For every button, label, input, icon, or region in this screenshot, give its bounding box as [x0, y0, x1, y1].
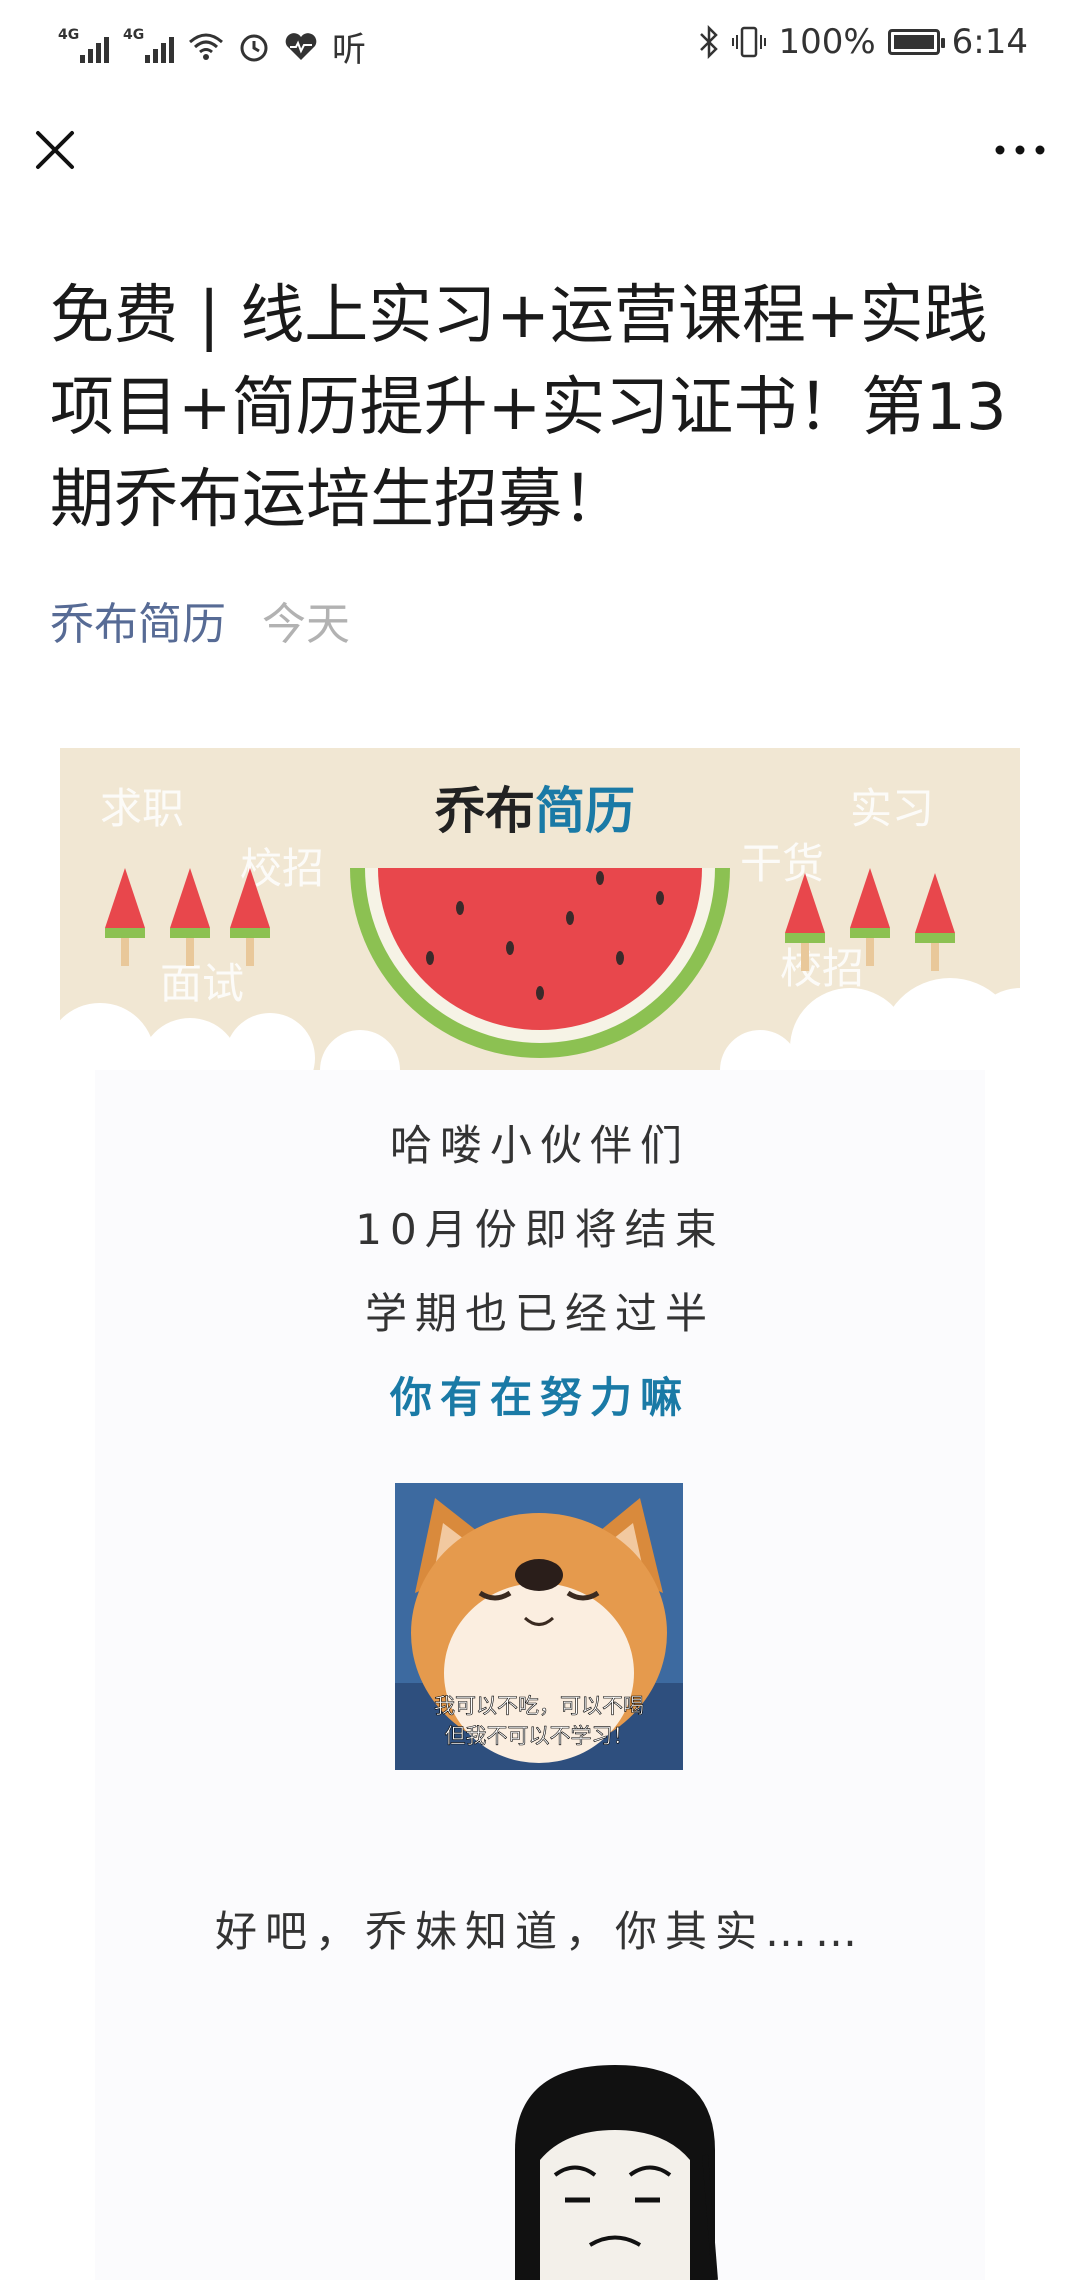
article-body: 哈喽小伙伴们 10月份即将结束 学期也已经过半 你有在努力嘛 我可以不吃，可以不… [95, 1070, 985, 2280]
status-bar: 4G 4G 听 100% 6:14 [0, 0, 1080, 90]
banner-logo-part1: 乔布 [435, 782, 535, 840]
dog-caption: 但我不可以不学习！ [445, 1724, 634, 1748]
status-left: 4G 4G 听 [58, 22, 366, 71]
network-type-label: 4G [58, 26, 80, 43]
banner-word: 实习 [850, 784, 934, 833]
status-right: 100% 6:14 [698, 22, 1028, 62]
bluetooth-icon [700, 25, 719, 59]
banner-word: 干货 [740, 839, 824, 888]
publish-date: 今天 [262, 599, 350, 650]
alarm-icon [240, 34, 268, 61]
banner-word: 求职 [100, 784, 184, 833]
dog-caption: 我可以不吃，可以不喝 [434, 1694, 644, 1718]
body-text: 10月份即将结束 [355, 1205, 725, 1254]
body-text: 哈喽小伙伴们 [389, 1121, 690, 1170]
close-icon[interactable] [30, 125, 80, 175]
listen-label: 听 [332, 30, 366, 70]
body-highlight-text: 你有在努力嘛 [389, 1373, 690, 1422]
banner-logo-part2: 简历 [535, 782, 635, 840]
wifi-icon [189, 33, 223, 60]
vibrate-icon [732, 26, 767, 58]
signal-icon: 4G [58, 27, 109, 63]
meme-face-image [515, 2065, 718, 2280]
clock-time: 6:14 [951, 22, 1028, 62]
battery-icon [887, 29, 945, 55]
health-heart-icon [285, 32, 317, 60]
article-meta: 乔布简历 今天 [50, 588, 350, 652]
body-text: 学期也已经过半 [364, 1289, 715, 1338]
shiba-dog-image: 我可以不吃，可以不喝 但我不可以不学习！ [395, 1483, 683, 1770]
banner-word: 校招 [780, 944, 864, 993]
banner-word: 面试 [160, 959, 244, 1008]
author-link[interactable]: 乔布简历 [50, 588, 226, 652]
banner-image: 求职 校招 面试 实习 干货 校招 乔布 简历 [60, 748, 1020, 1070]
more-options-icon[interactable] [990, 130, 1050, 170]
article-title: 免费 | 线上实习+运营课程+实践项目+简历提升+实习证书！第13期乔布运培生招… [50, 279, 1007, 537]
body-text: 好吧，乔妹知道，你其实…… [214, 1907, 865, 1956]
signal-icon: 4G [123, 27, 174, 63]
network-type-label: 4G [123, 26, 145, 43]
battery-percent: 100% [778, 22, 876, 62]
